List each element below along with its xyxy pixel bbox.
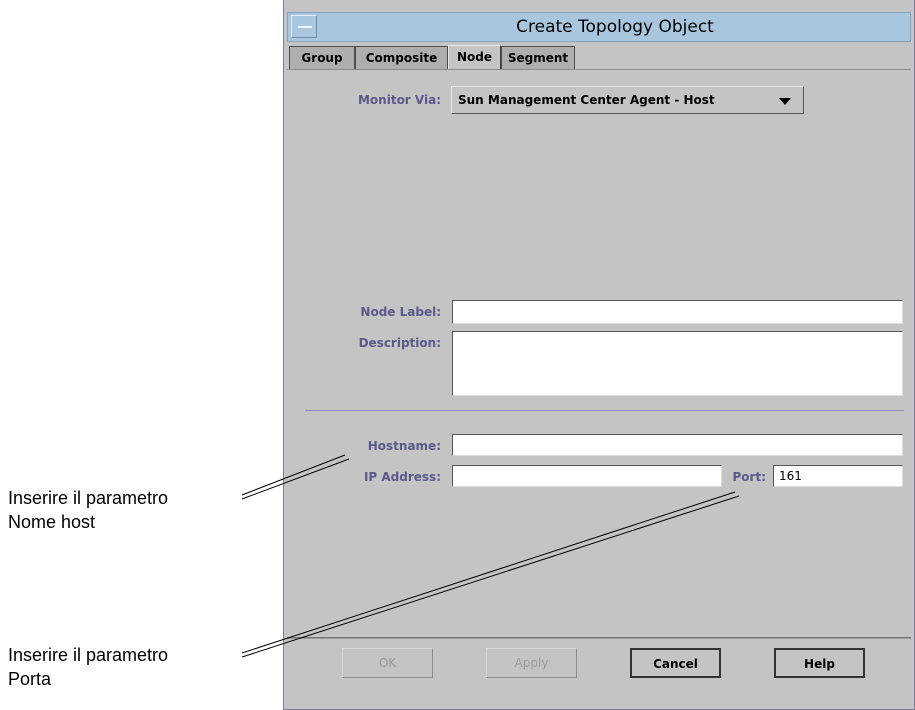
hostname-leader-line: [241, 454, 346, 496]
hostname-callout-line2: Nome host: [8, 512, 96, 532]
hostname-callout: Inserire il parametro Nome host: [8, 486, 238, 534]
callout-leader-lines: [241, 454, 740, 658]
port-callout-line2: Porta: [8, 669, 52, 689]
port-callout: Inserire il parametro Porta: [8, 643, 238, 691]
hostname-leader-line-2: [241, 458, 350, 500]
port-leader-line-2: [241, 495, 740, 658]
hostname-callout-line1: Inserire il parametro: [8, 488, 169, 508]
port-leader-line: [241, 491, 736, 654]
port-callout-line1: Inserire il parametro: [8, 645, 169, 665]
